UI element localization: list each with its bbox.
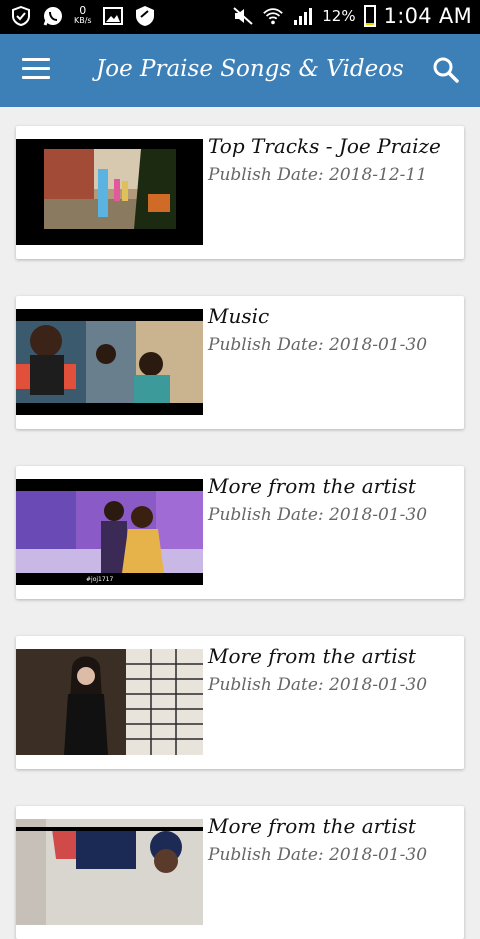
app-title: Joe Praise Songs & Videos — [96, 56, 404, 82]
battery-icon — [363, 5, 376, 27]
svg-text:#joj1717: #joj1717 — [86, 576, 113, 583]
whatsapp-icon — [42, 5, 64, 27]
security-shield-icon — [134, 5, 156, 27]
video-publish-date: Publish Date: 2018-01-30 — [208, 505, 428, 525]
wifi-icon — [262, 5, 284, 27]
video-card[interactable]: Top Tracks - Joe Praize Publish Date: 20… — [16, 126, 464, 259]
video-thumbnail[interactable]: #joj1717 — [16, 479, 203, 585]
data-speed-unit: KB/s — [74, 16, 92, 25]
video-publish-date: Publish Date: 2018-01-30 — [208, 675, 428, 695]
video-card[interactable]: More from the artist Publish Date: 2018-… — [16, 806, 464, 939]
app-bar: Joe Praise Songs & Videos — [0, 34, 480, 107]
video-title: Music — [208, 304, 270, 328]
battery-percent: 12% — [322, 7, 356, 25]
video-thumbnail[interactable] — [16, 309, 203, 415]
search-icon[interactable] — [432, 56, 460, 84]
video-thumbnail[interactable] — [16, 139, 203, 245]
video-card[interactable]: Music Publish Date: 2018-01-30 — [16, 296, 464, 429]
video-title: More from the artist — [208, 814, 416, 838]
video-thumbnail[interactable] — [16, 649, 203, 755]
mute-icon — [232, 5, 254, 27]
video-card[interactable]: #joj1717 More from the artist Publish Da… — [16, 466, 464, 599]
data-speed-value: 0 — [79, 4, 87, 17]
gallery-icon — [102, 5, 124, 27]
video-title: Top Tracks - Joe Praize — [208, 134, 441, 158]
clock: 1:04 AM — [383, 4, 472, 28]
video-thumbnail[interactable] — [16, 819, 203, 925]
signal-icon — [292, 5, 314, 27]
video-publish-date: Publish Date: 2018-01-30 — [208, 335, 428, 355]
video-title: More from the artist — [208, 474, 416, 498]
video-publish-date: Publish Date: 2018-01-30 — [208, 845, 428, 865]
video-card[interactable]: More from the artist Publish Date: 2018-… — [16, 636, 464, 769]
video-title: More from the artist — [208, 644, 416, 668]
hamburger-menu-icon[interactable] — [22, 58, 50, 82]
video-publish-date: Publish Date: 2018-12-11 — [208, 165, 428, 185]
data-speed-indicator: 0 KB/s — [74, 4, 92, 26]
status-bar: 0 KB/s 12% 1:04 AM — [0, 0, 480, 34]
shield-icon — [10, 5, 32, 27]
